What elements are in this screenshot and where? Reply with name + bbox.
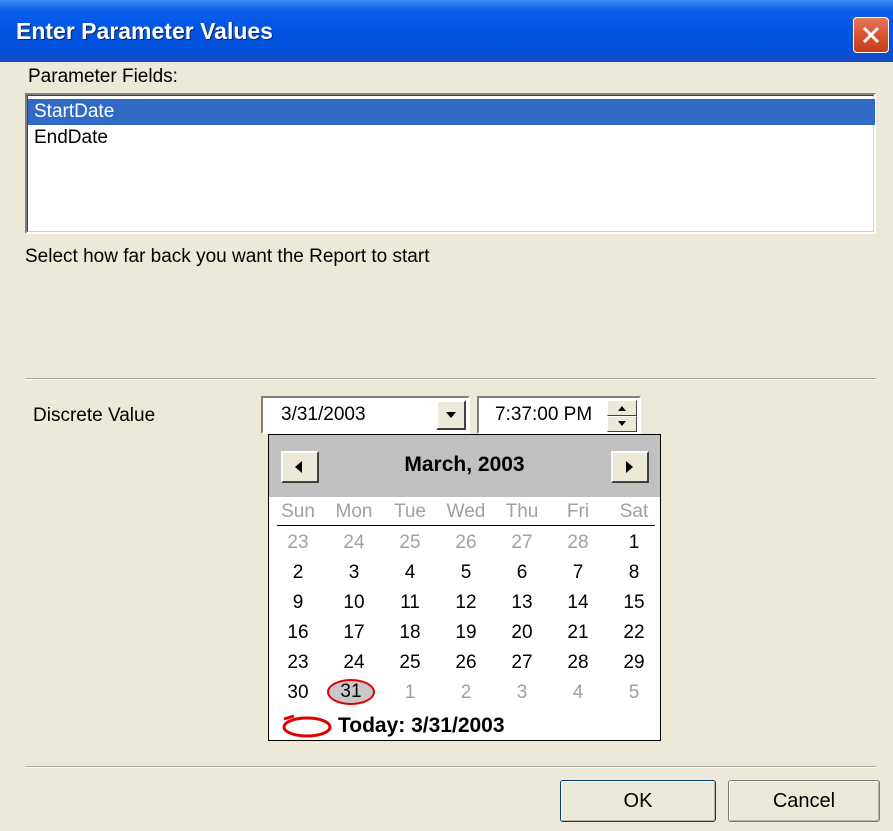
calendar-day[interactable]: 25 — [382, 528, 438, 558]
calendar-day[interactable]: 28 — [550, 528, 606, 558]
calendar-day[interactable]: 3 — [326, 558, 382, 588]
weekday-divider — [277, 525, 655, 526]
calendar-day[interactable]: 22 — [606, 618, 662, 648]
time-picker[interactable]: 7:37:00 PM — [477, 396, 641, 434]
calendar-day[interactable]: 4 — [382, 558, 438, 588]
close-icon — [862, 26, 880, 44]
calendar-day[interactable]: 26 — [438, 648, 494, 678]
calendar-day[interactable]: 27 — [494, 648, 550, 678]
arrow-right-icon — [626, 461, 633, 473]
today-label: Today: 3/31/2003 — [338, 714, 505, 737]
calendar-day[interactable]: 19 — [438, 618, 494, 648]
calendar-day[interactable]: 12 — [438, 588, 494, 618]
calendar-day[interactable]: 5 — [438, 558, 494, 588]
calendar-day[interactable]: 15 — [606, 588, 662, 618]
list-item-startdate[interactable]: StartDate — [28, 99, 875, 125]
cancel-button[interactable]: Cancel — [728, 780, 880, 822]
calendar-day[interactable]: 1 — [382, 678, 438, 708]
calendar-day[interactable]: 10 — [326, 588, 382, 618]
calendar-day[interactable]: 13 — [494, 588, 550, 618]
next-month-button[interactable] — [611, 451, 649, 483]
calendar-day[interactable]: 16 — [270, 618, 326, 648]
discrete-value-label: Discrete Value — [33, 405, 156, 426]
ok-button[interactable]: OK — [560, 780, 716, 822]
calendar-day[interactable]: 25 — [382, 648, 438, 678]
calendar-day[interactable]: 27 — [494, 528, 550, 558]
calendar-day[interactable]: 2 — [270, 558, 326, 588]
calendar-day[interactable]: 4 — [550, 678, 606, 708]
calendar-day[interactable]: 9 — [270, 588, 326, 618]
dialog-window: Enter Parameter Values Parameter Fields:… — [0, 0, 893, 831]
calendar-day[interactable]: 5 — [606, 678, 662, 708]
calendar-day[interactable]: 7 — [550, 558, 606, 588]
today-circle-icon — [282, 714, 332, 738]
weekday-header: Tue — [393, 501, 427, 522]
time-spin-down-button[interactable] — [607, 416, 637, 432]
cancel-button-label: Cancel — [772, 790, 836, 812]
divider-bottom — [25, 766, 876, 768]
calendar-day[interactable]: 24 — [326, 528, 382, 558]
calendar-day[interactable]: 21 — [550, 618, 606, 648]
weekday-header: Sat — [619, 501, 649, 522]
divider-top — [25, 378, 876, 380]
calendar-day[interactable]: 23 — [270, 528, 326, 558]
weekday-header: Sun — [281, 501, 315, 522]
time-value: 7:37:00 PM — [495, 404, 593, 425]
calendar-day[interactable]: 6 — [494, 558, 550, 588]
calendar-day[interactable]: 30 — [270, 678, 326, 708]
parameter-fields-label: Parameter Fields: — [28, 66, 178, 87]
calendar-day[interactable]: 14 — [550, 588, 606, 618]
date-value: 3/31/2003 — [281, 404, 366, 425]
calendar-day[interactable]: 24 — [326, 648, 382, 678]
parameter-list[interactable]: StartDate EndDate — [25, 93, 876, 234]
ok-button-label: OK — [623, 790, 653, 812]
weekday-header: Thu — [505, 501, 539, 522]
calendar-day[interactable]: 3 — [494, 678, 550, 708]
selected-day[interactable]: 31 — [323, 677, 379, 707]
calendar-day[interactable]: 2 — [438, 678, 494, 708]
month-title: March, 2003 — [404, 453, 525, 476]
chevron-down-icon — [446, 412, 456, 418]
time-spin-up-button[interactable] — [607, 400, 637, 416]
weekday-header: Fri — [566, 501, 590, 522]
weekday-header: Mon — [335, 501, 373, 522]
window-title: Enter Parameter Values — [16, 18, 273, 44]
calendar-day[interactable]: 17 — [326, 618, 382, 648]
calendar-day[interactable]: 1 — [606, 528, 662, 558]
calendar-day[interactable]: 26 — [438, 528, 494, 558]
spin-up-icon — [618, 406, 626, 411]
calendar-day[interactable]: 29 — [606, 648, 662, 678]
calendar-day[interactable]: 23 — [270, 648, 326, 678]
parameter-description: Select how far back you want the Report … — [25, 246, 430, 267]
calendar-day[interactable]: 11 — [382, 588, 438, 618]
title-bar[interactable]: Enter Parameter Values — [0, 0, 893, 62]
close-button[interactable] — [853, 17, 889, 53]
calendar-day[interactable]: 20 — [494, 618, 550, 648]
calendar-day[interactable]: 18 — [382, 618, 438, 648]
calendar-header: March, 2003 — [269, 435, 660, 497]
date-picker[interactable]: 3/31/2003 — [261, 396, 470, 434]
date-dropdown-button[interactable] — [436, 400, 466, 430]
list-item-enddate[interactable]: EndDate — [28, 125, 875, 151]
weekday-header: Wed — [446, 501, 486, 522]
spin-down-icon — [618, 421, 626, 426]
calendar-day[interactable]: 8 — [606, 558, 662, 588]
calendar-day[interactable]: 28 — [550, 648, 606, 678]
